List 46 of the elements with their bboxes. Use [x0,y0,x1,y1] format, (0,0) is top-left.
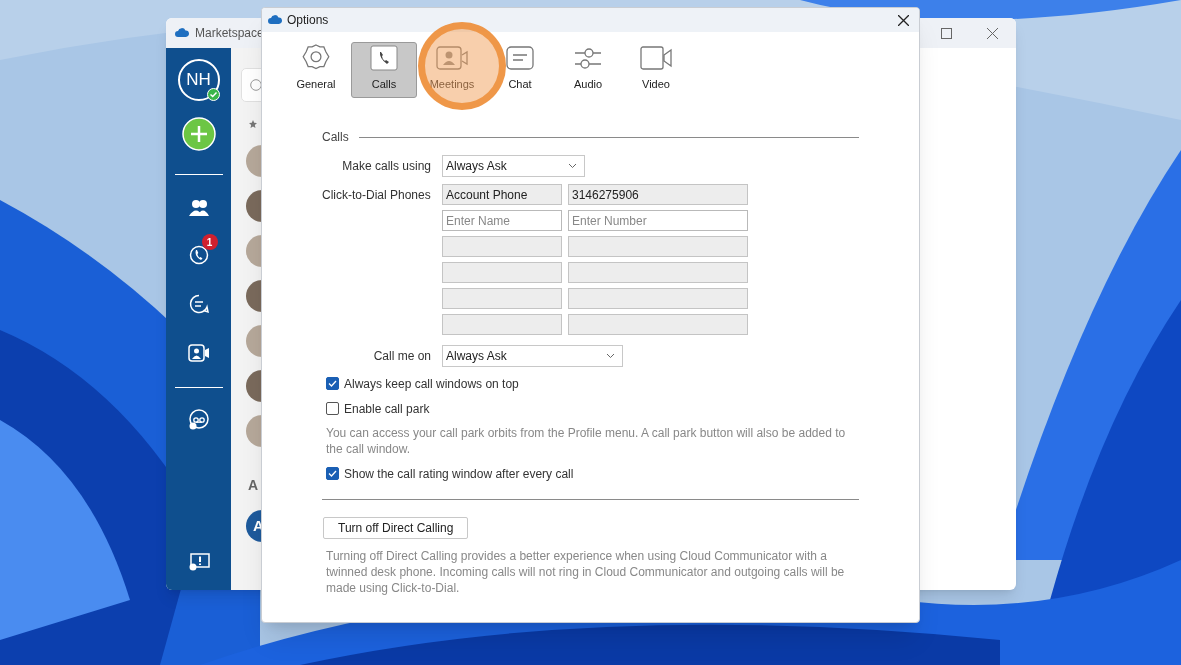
check-icon [328,470,337,477]
star-icon [249,120,257,128]
checkbox-label: Enable call park [344,400,430,418]
help-text: You can access your call park orbits from the Profile menu. A call park button will also be added to the call window. [326,425,847,457]
feedback-icon[interactable] [187,553,210,571]
meeting-icon[interactable] [187,344,210,362]
checkbox-label: Always keep call windows on top [344,375,519,393]
tab[interactable]: Video [623,42,689,98]
meeting-icon [435,44,469,71]
voicemail-icon[interactable] [187,409,210,431]
check-icon [328,380,337,387]
tab[interactable]: Calls [351,42,417,98]
checkbox[interactable] [326,467,339,480]
maximize-icon[interactable] [941,27,952,39]
window-title: Marketspace [195,25,264,42]
chevron-icon [606,353,615,359]
tab[interactable]: Audio [555,42,621,98]
turn-off-direct-calling-button[interactable]: Turn off Direct Calling [323,517,469,539]
field-label: Click-to-Dial Phones [322,187,432,204]
tab[interactable]: Chat [487,42,553,98]
field-label: Call me on [372,348,431,365]
text-field[interactable]: Enter Number [568,210,748,231]
chevron-icon [568,163,577,169]
chat-icon [505,44,535,71]
dropdown[interactable]: Always Ask [442,155,585,177]
text-field[interactable]: Enter Name [442,210,562,231]
add-icon[interactable] [181,117,216,151]
video-camera-icon [639,44,673,71]
chat-icon[interactable] [188,294,209,314]
gear-icon [301,43,331,71]
cloud-icon [175,28,189,38]
help-text: Turning off Direct Calling provides a better experience when using Cloud Communicator with a twinned desk phone. Incoming calls will not ring in Cloud Communicator and outgoing calls will be made using Click-to-Dial. [325,548,846,596]
user-avatar[interactable]: NH [177,59,220,101]
notification-badge: 1 [201,234,218,250]
field-label: Make calls using [341,158,431,175]
checkbox[interactable] [326,402,339,415]
contacts-icon[interactable] [187,199,210,217]
section-heading: Calls [322,129,349,146]
dialog-title: Options [287,12,329,29]
checkbox[interactable] [326,377,339,390]
checkbox-label: Show the call rating window after every call [344,465,574,483]
close-icon[interactable] [898,14,909,26]
dropdown[interactable]: Always Ask [442,345,623,367]
cloud-icon [268,15,282,25]
section-letter: A [248,476,260,495]
tab[interactable]: General [283,42,349,98]
